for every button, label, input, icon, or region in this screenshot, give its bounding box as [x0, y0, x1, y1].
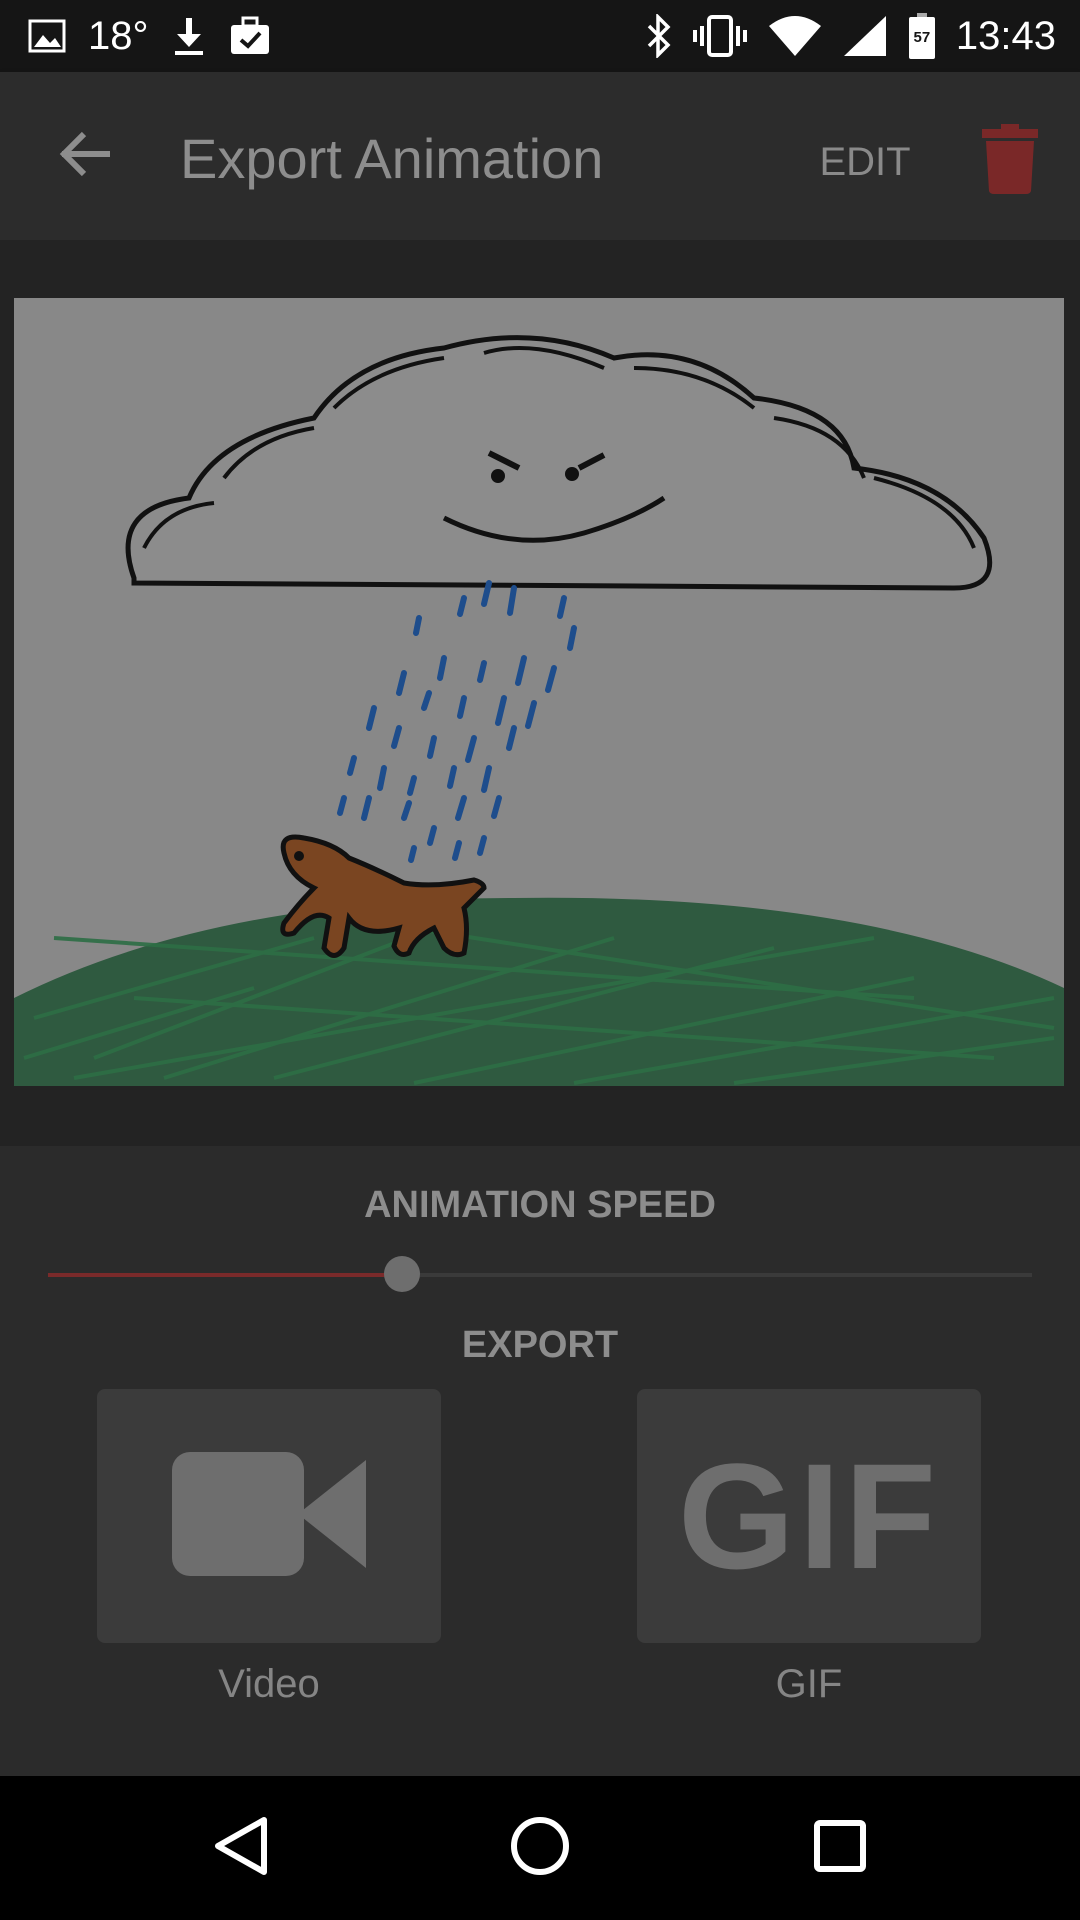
back-triangle-icon [212, 1816, 268, 1881]
app-bar: Export Animation EDIT [0, 72, 1080, 240]
navigation-bar [0, 1776, 1080, 1920]
image-icon [28, 19, 66, 53]
wifi-icon [768, 14, 822, 58]
back-button[interactable] [40, 116, 130, 196]
speed-slider-thumb[interactable] [384, 1256, 421, 1292]
speed-slider-track[interactable] [48, 1273, 1032, 1277]
battery-icon: 57 [908, 12, 936, 60]
bluetooth-icon [646, 14, 672, 58]
nav-home-button[interactable] [490, 1798, 590, 1898]
trash-icon [981, 123, 1039, 200]
export-video-button[interactable] [97, 1389, 441, 1643]
delete-button[interactable] [970, 116, 1050, 206]
vibrate-icon [692, 14, 748, 58]
recents-square-icon [814, 1819, 866, 1877]
temperature: 18° [88, 13, 149, 58]
arrow-left-icon [58, 130, 112, 183]
download-icon [171, 16, 207, 56]
briefcase-check-icon [229, 16, 271, 56]
nav-back-button[interactable] [190, 1798, 290, 1898]
export-gif-button[interactable]: GIF [637, 1389, 981, 1643]
home-circle-icon [510, 1816, 570, 1881]
edit-button[interactable]: EDIT [800, 132, 930, 192]
page-title: Export Animation [180, 127, 604, 190]
battery-level: 57 [913, 29, 931, 46]
export-video-label: Video [218, 1662, 320, 1706]
animation-preview[interactable] [14, 298, 1064, 1086]
gif-icon: GIF [678, 1431, 940, 1600]
video-camera-icon [172, 1450, 366, 1583]
speed-slider-fill [48, 1273, 403, 1277]
status-bar: 18° 57 13:43 [0, 0, 1080, 72]
export-label: EXPORT [461, 1324, 619, 1366]
clock: 13:43 [955, 13, 1056, 58]
nav-recents-button[interactable] [790, 1798, 890, 1898]
animation-speed-label: ANIMATION SPEED [364, 1184, 716, 1226]
export-gif-label: GIF [775, 1662, 843, 1706]
signal-icon [842, 14, 888, 58]
